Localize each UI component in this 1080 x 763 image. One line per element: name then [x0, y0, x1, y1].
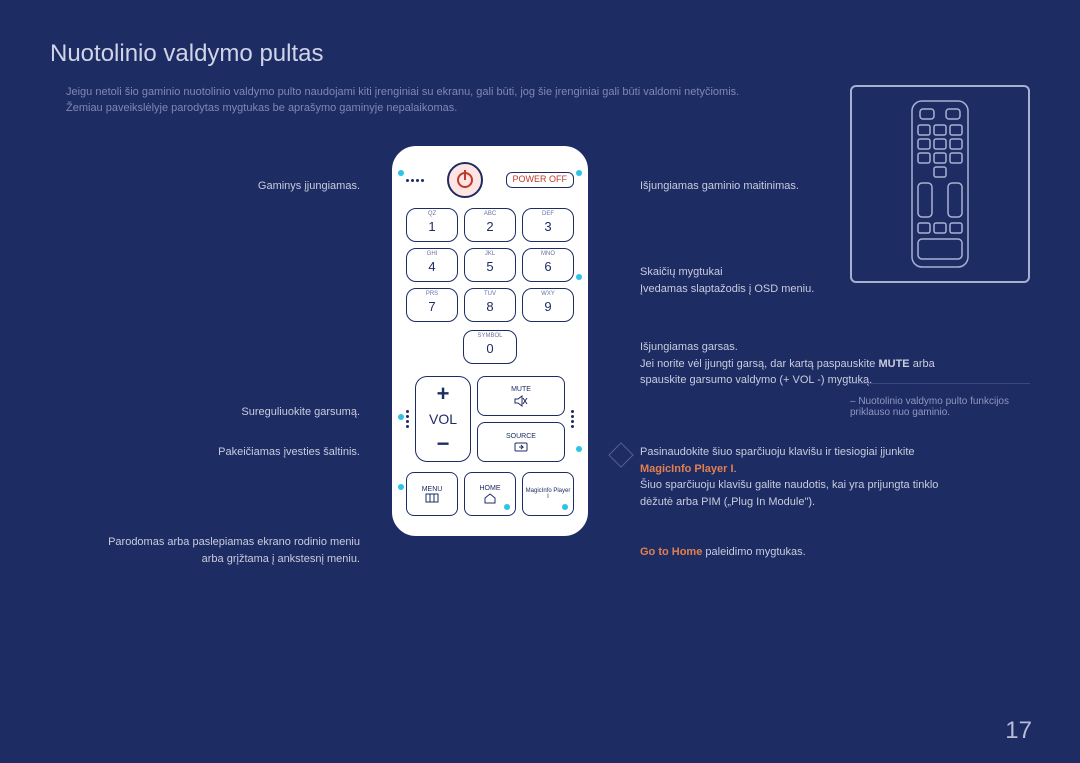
home-icon [483, 492, 497, 504]
mute-label: MUTE [511, 386, 531, 393]
vol-label: VOL [429, 411, 457, 427]
ir-led-icon [406, 179, 424, 182]
key-9[interactable]: WXY9 [522, 288, 574, 322]
key-5[interactable]: JKL5 [464, 248, 516, 282]
left-callouts: Gaminys įjungiamas. Sureguliuokite garsu… [50, 144, 370, 538]
number-keypad: QZ1 ABC2 DEF3 GHI4 JKL5 MNO6 PRS7 TUV8 W… [406, 208, 574, 322]
power-icon [457, 172, 473, 188]
callout-dot [398, 170, 404, 176]
menu-label: MENU [422, 486, 443, 493]
callout-dot [504, 504, 510, 510]
key-4[interactable]: GHI4 [406, 248, 458, 282]
callout-dot [576, 446, 582, 452]
side-panel: – Nuotolinio valdymo pulto funkcijos pri… [850, 85, 1030, 418]
label-power-on: Gaminys įjungiamas. [258, 178, 360, 195]
mini-remote-icon [910, 99, 970, 269]
menu-button[interactable]: MENU [406, 472, 458, 516]
volume-rocker[interactable]: + VOL − [415, 376, 471, 462]
bookmark-icon [608, 442, 633, 467]
label-source: Pakeičiamas įvesties šaltinis. [218, 444, 360, 461]
side-note: – Nuotolinio valdymo pulto funkcijos pri… [850, 383, 1030, 418]
source-button[interactable]: SOURCE [477, 422, 565, 462]
menu-icon [425, 493, 439, 503]
power-off-button[interactable]: POWER OFF [506, 172, 575, 188]
vol-minus: − [437, 433, 450, 455]
callout-dot [562, 504, 568, 510]
key-8[interactable]: TUV8 [464, 288, 516, 322]
mute-button[interactable]: MUTE [477, 376, 565, 416]
key-2[interactable]: ABC2 [464, 208, 516, 242]
power-button[interactable] [447, 162, 483, 198]
source-icon [514, 442, 528, 452]
callout-dot [576, 274, 582, 280]
remote-control: POWER OFF QZ1 ABC2 DEF3 GHI4 JKL5 MNO6 P… [390, 144, 590, 538]
mini-remote-figure [850, 85, 1030, 283]
label-volume: Sureguliuokite garsumą. [241, 404, 360, 421]
source-label: SOURCE [506, 433, 536, 440]
key-7[interactable]: PRS7 [406, 288, 458, 322]
key-6[interactable]: MNO6 [522, 248, 574, 282]
label-home: Go to Home paleidimo mygtukas. [640, 544, 950, 561]
page-title: Nuotolinio valdymo pultas [50, 40, 1030, 68]
dots-icon [406, 410, 409, 428]
callout-dot [576, 170, 582, 176]
vol-plus: + [437, 383, 450, 405]
page-number: 17 [1005, 717, 1032, 745]
callout-dot [398, 414, 404, 420]
dots-icon [571, 410, 574, 428]
key-1[interactable]: QZ1 [406, 208, 458, 242]
home-label: HOME [480, 485, 501, 492]
magicinfo-label: MagicInfo Player I [523, 488, 573, 500]
key-3[interactable]: DEF3 [522, 208, 574, 242]
label-magicinfo: Pasinaudokite šiuo sparčiuoju klavišu ir… [640, 444, 950, 510]
mute-icon [514, 395, 528, 407]
key-symbol[interactable]: SYMBOL0 [463, 330, 517, 364]
label-menu: Parodomas arba paslepiamas ekrano rodini… [100, 534, 360, 567]
callout-dot [398, 484, 404, 490]
power-off-label: POWER OFF [513, 175, 568, 185]
